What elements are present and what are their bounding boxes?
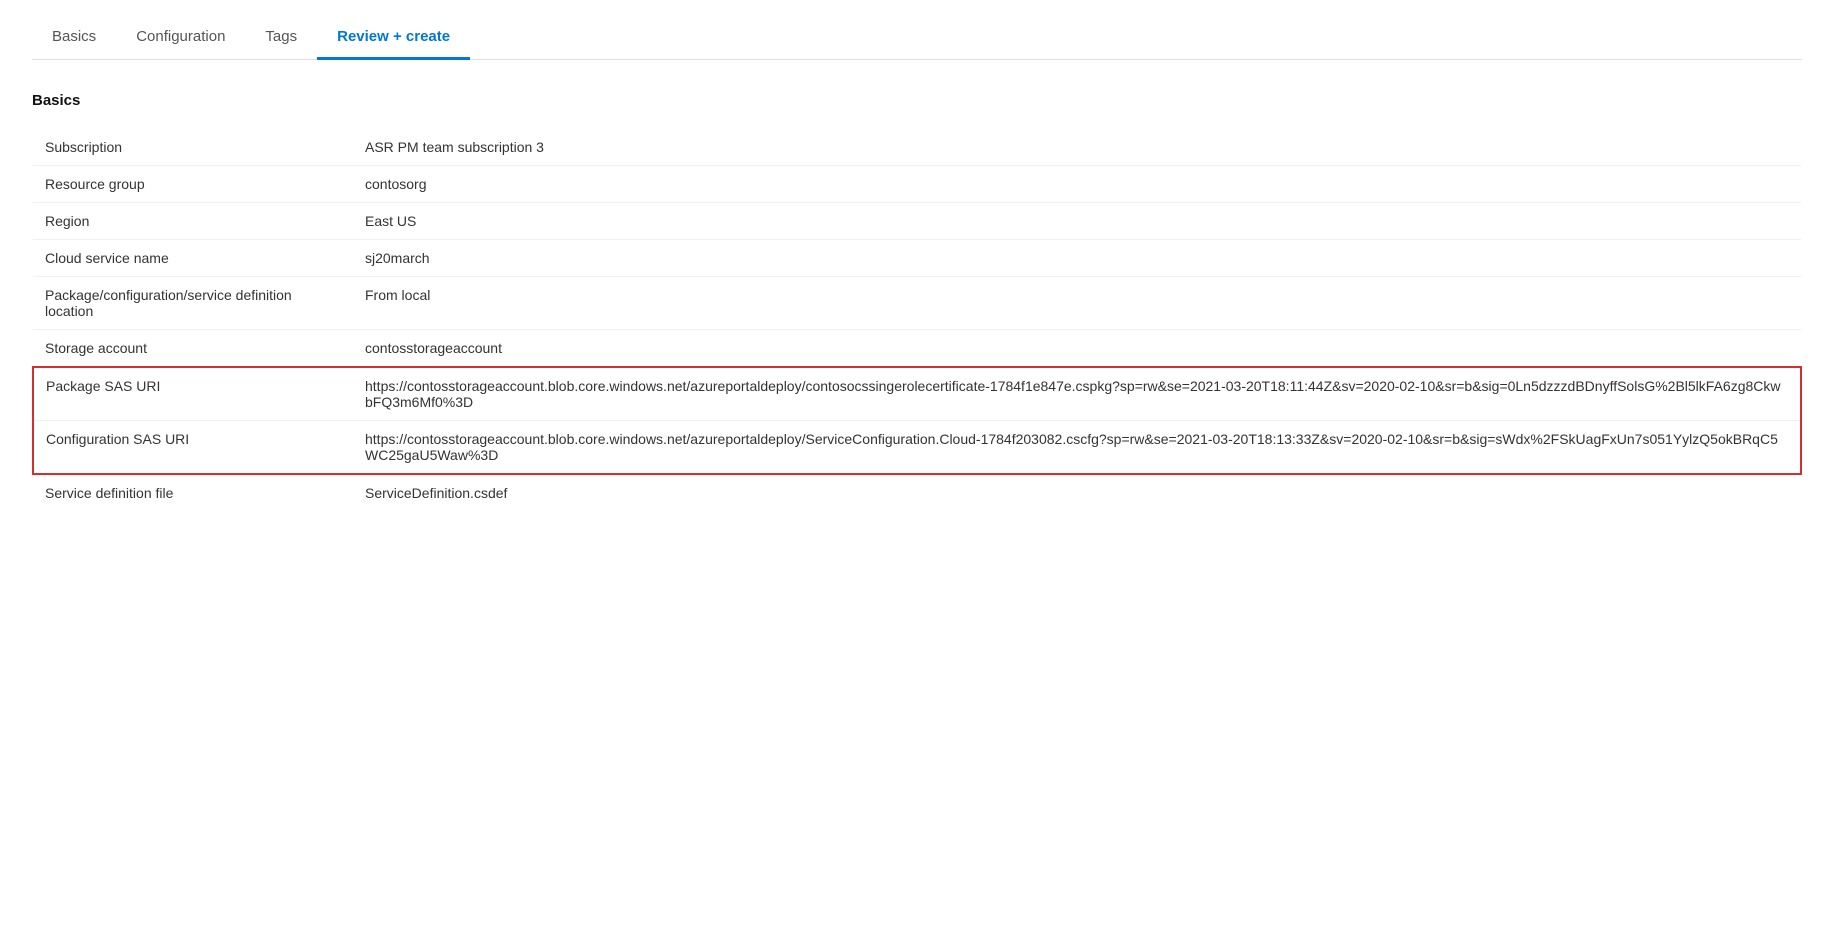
tab-review-create[interactable]: Review + create <box>317 16 470 60</box>
table-row: SubscriptionASR PM team subscription 3 <box>33 129 1801 166</box>
field-label-configuration-sas-uri: Configuration SAS URI <box>33 421 353 475</box>
table-row: Resource groupcontosorg <box>33 166 1801 203</box>
field-value-configuration-sas-uri: https://contosstorageaccount.blob.core.w… <box>353 421 1801 475</box>
field-value-cloud-service-name: sj20march <box>353 240 1801 277</box>
field-label-package-config-location: Package/configuration/service definition… <box>33 277 353 330</box>
tab-bar: BasicsConfigurationTagsReview + create <box>32 16 1802 60</box>
field-value-package-sas-uri: https://contosstorageaccount.blob.core.w… <box>353 367 1801 421</box>
field-label-storage-account: Storage account <box>33 330 353 368</box>
table-row: Package/configuration/service definition… <box>33 277 1801 330</box>
table-row: Cloud service namesj20march <box>33 240 1801 277</box>
field-label-service-definition-file: Service definition file <box>33 474 353 511</box>
table-row: Package SAS URIhttps://contosstorageacco… <box>33 367 1801 421</box>
field-value-subscription: ASR PM team subscription 3 <box>353 129 1801 166</box>
section-heading: Basics <box>32 92 1802 109</box>
field-label-resource-group: Resource group <box>33 166 353 203</box>
field-value-storage-account: contosstorageaccount <box>353 330 1801 368</box>
page-container: BasicsConfigurationTagsReview + create B… <box>0 0 1834 938</box>
field-value-package-config-location: From local <box>353 277 1801 330</box>
table-row: RegionEast US <box>33 203 1801 240</box>
field-label-cloud-service-name: Cloud service name <box>33 240 353 277</box>
table-row: Service definition fileServiceDefinition… <box>33 474 1801 511</box>
details-table: SubscriptionASR PM team subscription 3Re… <box>32 129 1802 511</box>
field-value-resource-group: contosorg <box>353 166 1801 203</box>
field-value-service-definition-file: ServiceDefinition.csdef <box>353 474 1801 511</box>
table-row: Configuration SAS URIhttps://contosstora… <box>33 421 1801 475</box>
tab-tags[interactable]: Tags <box>245 16 317 60</box>
tab-configuration[interactable]: Configuration <box>116 16 245 60</box>
field-label-package-sas-uri: Package SAS URI <box>33 367 353 421</box>
field-label-region: Region <box>33 203 353 240</box>
field-label-subscription: Subscription <box>33 129 353 166</box>
field-value-region: East US <box>353 203 1801 240</box>
table-row: Storage accountcontosstorageaccount <box>33 330 1801 368</box>
tab-basics[interactable]: Basics <box>32 16 116 60</box>
